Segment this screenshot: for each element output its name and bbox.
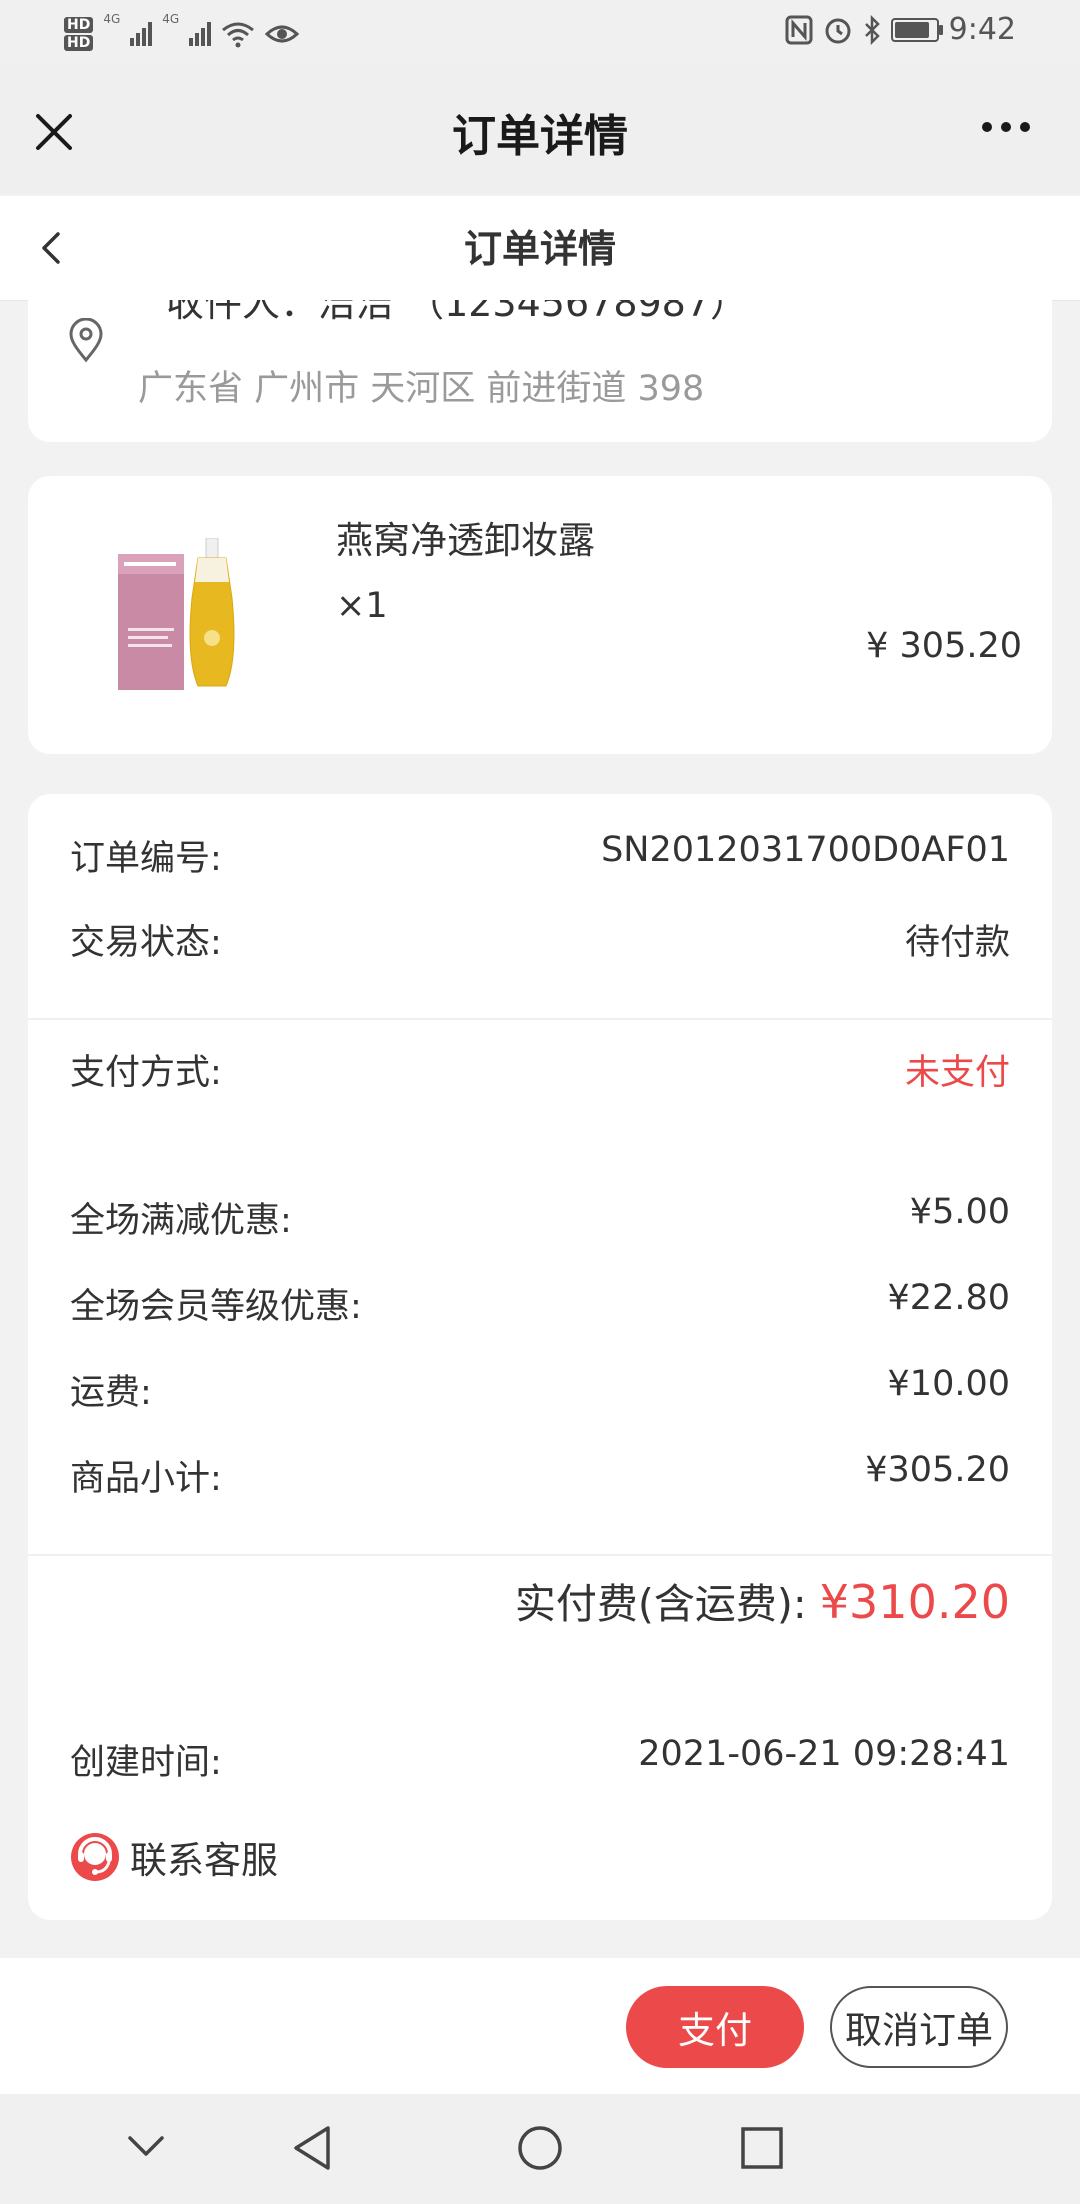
subtotal-value: ¥305.20 xyxy=(865,1450,1010,1490)
eye-icon xyxy=(265,25,300,43)
status-time: 9:42 xyxy=(948,12,1016,47)
address-line: 广东省 广州市 天河区 前进街道 398 xyxy=(138,369,705,409)
status-bar-right: 9:42 xyxy=(785,12,1016,47)
created-row: 创建时间: 2021-06-21 09:28:41 xyxy=(70,1734,1010,1785)
subtotal-row: 商品小计: ¥305.20 xyxy=(70,1450,1010,1501)
signal-icon xyxy=(130,22,153,46)
subtotal-label: 商品小计: xyxy=(70,1459,222,1499)
member-discount-row: 全场会员等级优惠: ¥22.80 xyxy=(70,1278,1010,1329)
system-nav-bar xyxy=(0,2094,1080,2204)
product-price: ¥ 305.20 xyxy=(866,626,1022,666)
member-discount-label: 全场会员等级优惠: xyxy=(70,1287,362,1327)
pay-method-label: 支付方式: xyxy=(70,1053,222,1093)
shipping-value: ¥10.00 xyxy=(887,1364,1010,1404)
battery-icon xyxy=(890,17,943,42)
nfc-icon xyxy=(785,15,813,44)
network-type: 4G xyxy=(103,12,121,26)
status-row: 交易状态: 待付款 xyxy=(70,914,1010,965)
shipping-label: 运费: xyxy=(70,1373,152,1413)
network-type: 4G xyxy=(162,12,180,26)
recent-apps-icon[interactable] xyxy=(740,2126,784,2170)
shipping-row: 运费: ¥10.00 xyxy=(70,1364,1010,1415)
divider xyxy=(28,1018,1052,1020)
status-value: 待付款 xyxy=(904,923,1010,963)
product-quantity: ×1 xyxy=(336,586,388,626)
total-value: ¥310.20 xyxy=(819,1575,1010,1629)
product-name: 燕窝净透卸妆露 xyxy=(336,519,595,562)
pay-method-row: 支付方式: 未支付 xyxy=(70,1044,1010,1095)
discount-label: 全场满减优惠: xyxy=(70,1201,292,1241)
bluetooth-icon xyxy=(864,14,880,45)
recipient-text: 收件人：洁洁 （12345678987） xyxy=(166,300,749,325)
location-pin-icon xyxy=(69,318,103,363)
order-number-label: 订单编号: xyxy=(70,839,222,879)
address-card[interactable]: 收件人：洁洁 （12345678987） 广东省 广州市 天河区 前进街道 39… xyxy=(28,300,1052,442)
back-triangle-icon[interactable] xyxy=(290,2124,334,2172)
page-title: 订单详情 xyxy=(452,111,628,162)
hd-badge: HD xyxy=(64,17,94,33)
status-bar-left: HD HD 4G 4G xyxy=(64,6,300,62)
customer-service-link[interactable]: 联系客服 xyxy=(70,1830,278,1884)
inner-page-title: 订单详情 xyxy=(463,227,616,271)
pay-method-value: 未支付 xyxy=(904,1053,1010,1093)
member-discount-value: ¥22.80 xyxy=(887,1278,1010,1318)
hd-indicators: HD HD xyxy=(64,17,94,51)
order-number-row: 订单编号: SN2012031700D0AF01 xyxy=(70,830,1010,881)
product-image xyxy=(118,538,235,690)
order-info-card: 订单编号: SN2012031700D0AF01 交易状态: 待付款 支付方式:… xyxy=(28,794,1052,1920)
created-label: 创建时间: xyxy=(70,1743,222,1783)
created-value: 2021-06-21 09:28:41 xyxy=(638,1734,1010,1774)
home-circle-icon[interactable] xyxy=(516,2124,564,2172)
customer-service-label: 联系客服 xyxy=(130,1839,278,1882)
discount-row: 全场满减优惠: ¥5.00 xyxy=(70,1192,1010,1243)
customer-service-icon xyxy=(71,1833,119,1881)
more-icon[interactable] xyxy=(982,122,1030,132)
wifi-icon xyxy=(222,22,255,48)
hd-badge: HD xyxy=(64,35,94,51)
pay-button[interactable]: 支付 xyxy=(626,1986,804,2068)
total-row: 实付费(含运费): ¥310.20 xyxy=(515,1570,1010,1630)
divider xyxy=(28,1554,1052,1556)
total-label: 实付费(含运费): xyxy=(514,1580,807,1628)
signal-icon xyxy=(189,22,212,46)
discount-value: ¥5.00 xyxy=(909,1192,1010,1232)
order-number-value: SN2012031700D0AF01 xyxy=(601,830,1010,870)
product-card[interactable]: 燕窝净透卸妆露 ×1 ¥ 305.20 xyxy=(28,476,1052,754)
chevron-down-icon[interactable] xyxy=(126,2134,166,2160)
alarm-icon xyxy=(825,18,851,43)
status-label: 交易状态: xyxy=(70,923,222,963)
cancel-order-button[interactable]: 取消订单 xyxy=(830,1986,1008,2068)
